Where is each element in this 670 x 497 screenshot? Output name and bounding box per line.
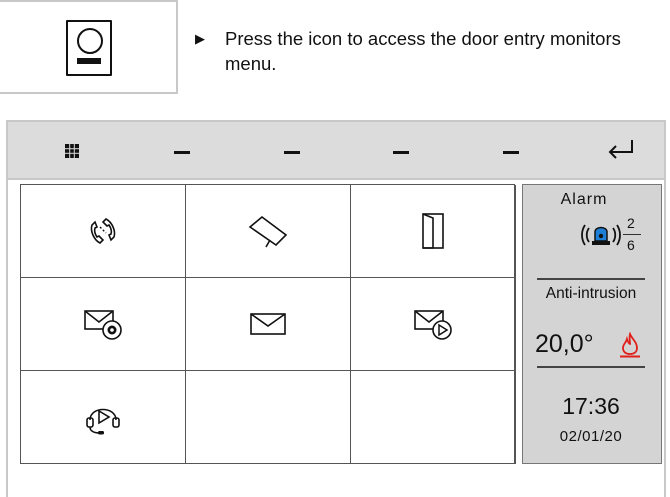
anti-intrusion-label: Anti-intrusion — [545, 285, 637, 302]
top-bar — [8, 122, 664, 180]
tile-message-play[interactable] — [351, 278, 516, 371]
tile-answering-machine[interactable] — [21, 371, 186, 464]
alarm-denominator: 6 — [627, 237, 635, 253]
clock-date: 02/01/20 — [559, 428, 623, 445]
instruction-icon-box — [0, 0, 178, 94]
door-icon — [422, 213, 444, 249]
dash-icon[interactable] — [284, 151, 300, 154]
grid-menu-icon[interactable] — [65, 144, 79, 158]
call-transfer-icon — [90, 218, 116, 244]
dash-icon[interactable] — [393, 151, 409, 154]
camera-icon — [248, 215, 288, 248]
message-play-icon — [414, 310, 452, 340]
monitor-bar — [77, 58, 101, 64]
device-screen: Alarm 2 6 Anti-intrusion 20,0° 17:36 02/… — [6, 120, 666, 497]
answering-machine-icon — [86, 408, 120, 435]
bullet-arrow-icon: ▶ — [195, 31, 205, 46]
tile-call-transfer[interactable] — [21, 185, 186, 278]
alarm-numerator: 2 — [627, 215, 635, 231]
tile-empty — [351, 371, 516, 464]
tile-messages[interactable] — [186, 278, 351, 371]
temperature-value: 20,0° — [535, 330, 594, 358]
monitor-camera-circle — [77, 28, 103, 54]
flame-icon — [620, 332, 640, 358]
tile-camera[interactable] — [186, 185, 351, 278]
status-panel[interactable]: Alarm 2 6 Anti-intrusion 20,0° 17:36 02/… — [522, 184, 662, 464]
alarm-siren-icon — [581, 224, 621, 246]
back-arrow-icon[interactable] — [606, 139, 636, 161]
divider — [537, 366, 645, 368]
tile-message-settings[interactable] — [21, 278, 186, 371]
divider — [537, 278, 645, 280]
alarm-title: Alarm — [560, 191, 608, 208]
dash-icon[interactable] — [174, 151, 190, 154]
tile-door[interactable] — [351, 185, 516, 278]
menu-grid — [20, 184, 516, 464]
fraction-line — [623, 234, 641, 236]
tile-empty — [186, 371, 351, 464]
message-settings-icon — [84, 310, 122, 340]
clock-time: 17:36 — [562, 393, 620, 419]
envelope-icon — [250, 313, 286, 335]
door-entry-monitor-icon[interactable] — [66, 20, 112, 76]
dash-icon[interactable] — [503, 151, 519, 154]
instruction-text: Press the icon to access the door entry … — [225, 28, 621, 74]
